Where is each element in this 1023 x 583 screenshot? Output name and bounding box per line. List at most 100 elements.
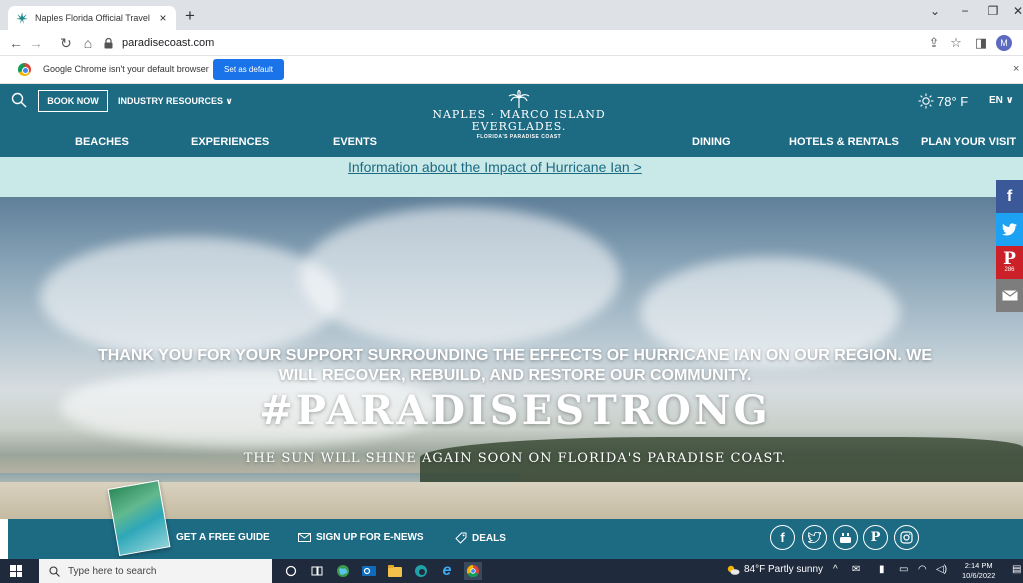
taskbar-time: 2:14 PM xyxy=(964,561,993,570)
outlook-icon[interactable] xyxy=(360,562,378,580)
taskbar-clock[interactable]: 2:14 PM 10/6/2022 xyxy=(962,561,995,581)
tab-search-chevron-down-icon[interactable]: ⌄ xyxy=(925,4,945,18)
wifi-tray-icon[interactable]: ◠ xyxy=(918,564,927,575)
hero-hashtag: #PARADISESTRONG xyxy=(259,387,771,434)
footer-youtube-button[interactable] xyxy=(833,525,858,550)
side-panel-icon[interactable]: ◨ xyxy=(972,34,990,52)
taskbar-date: 10/6/2022 xyxy=(962,571,996,580)
set-as-default-button[interactable]: Set as default xyxy=(213,59,284,80)
sun-icon xyxy=(918,93,934,109)
taskbar-search-placeholder: Type here to search xyxy=(68,565,157,577)
hero-subtitle: THE SUN WILL SHINE AGAIN SOON ON FLORIDA… xyxy=(243,451,787,466)
file-explorer-icon[interactable] xyxy=(386,562,404,580)
minimize-icon[interactable]: − xyxy=(955,4,975,18)
search-icon xyxy=(49,565,60,577)
infobar-close-icon[interactable]: × xyxy=(1013,63,1019,75)
url-text: paradisecoast.com xyxy=(122,37,215,49)
tab-title: Naples Florida Official Travel Web xyxy=(35,13,151,23)
tag-icon xyxy=(455,532,467,544)
hurricane-info-link[interactable]: Information about the Impact of Hurrican… xyxy=(348,159,642,175)
nav-beaches[interactable]: BEACHES xyxy=(75,136,129,148)
sign-up-enews-link[interactable]: SIGN UP FOR E-NEWS xyxy=(298,532,424,543)
taskbar-search-box[interactable]: Type here to search xyxy=(39,559,272,583)
site-logo[interactable]: NAPLES · MARCO ISLAND EVERGLADES. FLORID… xyxy=(429,90,609,146)
nav-plan-your-visit[interactable]: PLAN YOUR VISIT xyxy=(921,136,1016,148)
edge-icon[interactable] xyxy=(412,562,430,580)
profile-avatar[interactable]: M xyxy=(996,35,1012,51)
get-free-guide-label: GET A FREE GUIDE xyxy=(176,532,270,543)
sign-up-enews-label: SIGN UP FOR E-NEWS xyxy=(316,532,424,543)
nav-dining[interactable]: DINING xyxy=(692,136,731,148)
internet-explorer-icon[interactable]: e xyxy=(438,562,456,580)
back-icon[interactable]: ← xyxy=(7,34,25,52)
youtube-icon xyxy=(840,532,851,543)
share-email-button[interactable] xyxy=(996,279,1023,312)
chrome-taskbar-icon[interactable] xyxy=(464,562,482,580)
instagram-icon xyxy=(900,531,913,544)
hero-cloud xyxy=(300,207,620,347)
new-tab-button[interactable]: + xyxy=(180,6,200,26)
logo-line-2: EVERGLADES. xyxy=(471,120,567,133)
tab-close-icon[interactable]: × xyxy=(157,11,169,25)
mail-tray-icon[interactable]: ✉ xyxy=(852,564,860,575)
book-now-button[interactable]: BOOK NOW xyxy=(38,90,108,112)
browser-tab-strip: Naples Florida Official Travel Web × + ⌄… xyxy=(0,0,1023,30)
footer-instagram-button[interactable] xyxy=(894,525,919,550)
reload-icon[interactable]: ↻ xyxy=(57,34,75,52)
windows-start-icon[interactable] xyxy=(10,565,22,577)
pinterest-icon: P xyxy=(1003,249,1016,269)
share-pinterest-button[interactable]: P 286 xyxy=(996,246,1023,279)
globe-app-icon[interactable] xyxy=(334,562,352,580)
email-icon xyxy=(1001,290,1018,301)
footer-pinterest-button[interactable]: P xyxy=(863,525,888,550)
get-free-guide-link[interactable]: GET A FREE GUIDE xyxy=(176,532,270,543)
browser-toolbar: ← → ↻ ⌂ paradisecoast.com ⇪ ☆ ◨ xyxy=(0,30,1023,56)
envelope-icon xyxy=(298,533,311,542)
lock-icon xyxy=(104,37,114,49)
share-facebook-button[interactable]: f xyxy=(996,180,1023,213)
microphone-tray-icon[interactable]: ▮ xyxy=(879,564,885,575)
hero-banner: THANK YOU FOR YOUR SUPPORT SURROUNDING T… xyxy=(0,197,1023,519)
notifications-icon[interactable]: ▤ xyxy=(1012,564,1021,575)
site-header: BOOK NOW INDUSTRY RESOURCES ∨ NAPLES · M… xyxy=(0,84,1023,157)
language-selector[interactable]: EN ∨ xyxy=(989,95,1014,106)
show-hidden-icons[interactable]: ^ xyxy=(833,564,838,575)
task-view-icon[interactable] xyxy=(308,562,326,580)
facebook-icon: f xyxy=(780,530,785,545)
logo-line-3: FLORIDA'S PARADISE COAST xyxy=(476,134,562,140)
infobar-message: Google Chrome isn't your default browser xyxy=(43,64,209,74)
weather-widget: 78° F xyxy=(918,93,968,109)
bookmark-star-icon[interactable]: ☆ xyxy=(947,34,965,52)
default-browser-infobar: Google Chrome isn't your default browser… xyxy=(0,56,1023,84)
nav-experiences[interactable]: EXPERIENCES xyxy=(191,136,269,148)
maximize-icon[interactable]: ❐ xyxy=(983,4,1003,18)
chrome-logo-icon xyxy=(18,63,31,76)
address-bar[interactable]: paradisecoast.com xyxy=(104,34,214,52)
window-close-icon[interactable]: ✕ xyxy=(1008,4,1023,18)
search-icon[interactable] xyxy=(11,92,27,108)
browser-tab[interactable]: Naples Florida Official Travel Web × xyxy=(8,6,176,30)
footer-facebook-button[interactable]: f xyxy=(770,525,795,550)
taskbar-weather[interactable]: 84°F Partly sunny xyxy=(726,564,823,575)
cortana-icon[interactable] xyxy=(282,562,300,580)
share-icon[interactable]: ⇪ xyxy=(925,34,943,52)
forward-icon[interactable]: → xyxy=(27,34,45,52)
windows-taskbar: Type here to search e 84°F Partly sunny … xyxy=(0,559,1023,583)
industry-resources-dropdown[interactable]: INDUSTRY RESOURCES ∨ xyxy=(118,96,233,107)
hurricane-alert-band: Information about the Impact of Hurrican… xyxy=(0,157,1023,197)
nav-events[interactable]: EVENTS xyxy=(333,136,377,148)
site-favicon-icon xyxy=(15,11,29,25)
pinterest-icon: P xyxy=(870,530,881,545)
battery-tray-icon[interactable]: ▭ xyxy=(899,564,908,575)
home-icon[interactable]: ⌂ xyxy=(79,34,97,52)
volume-tray-icon[interactable]: ◁) xyxy=(936,564,947,575)
partly-sunny-icon xyxy=(727,565,740,575)
footer-twitter-button[interactable] xyxy=(802,525,827,550)
palm-logo-icon xyxy=(508,90,530,108)
weather-temp: 78° F xyxy=(937,93,969,109)
twitter-icon xyxy=(808,532,821,543)
nav-hotels-rentals[interactable]: HOTELS & RENTALS xyxy=(789,136,899,148)
share-twitter-button[interactable] xyxy=(996,213,1023,246)
deals-link[interactable]: DEALS xyxy=(455,532,506,544)
twitter-icon xyxy=(1002,223,1017,236)
